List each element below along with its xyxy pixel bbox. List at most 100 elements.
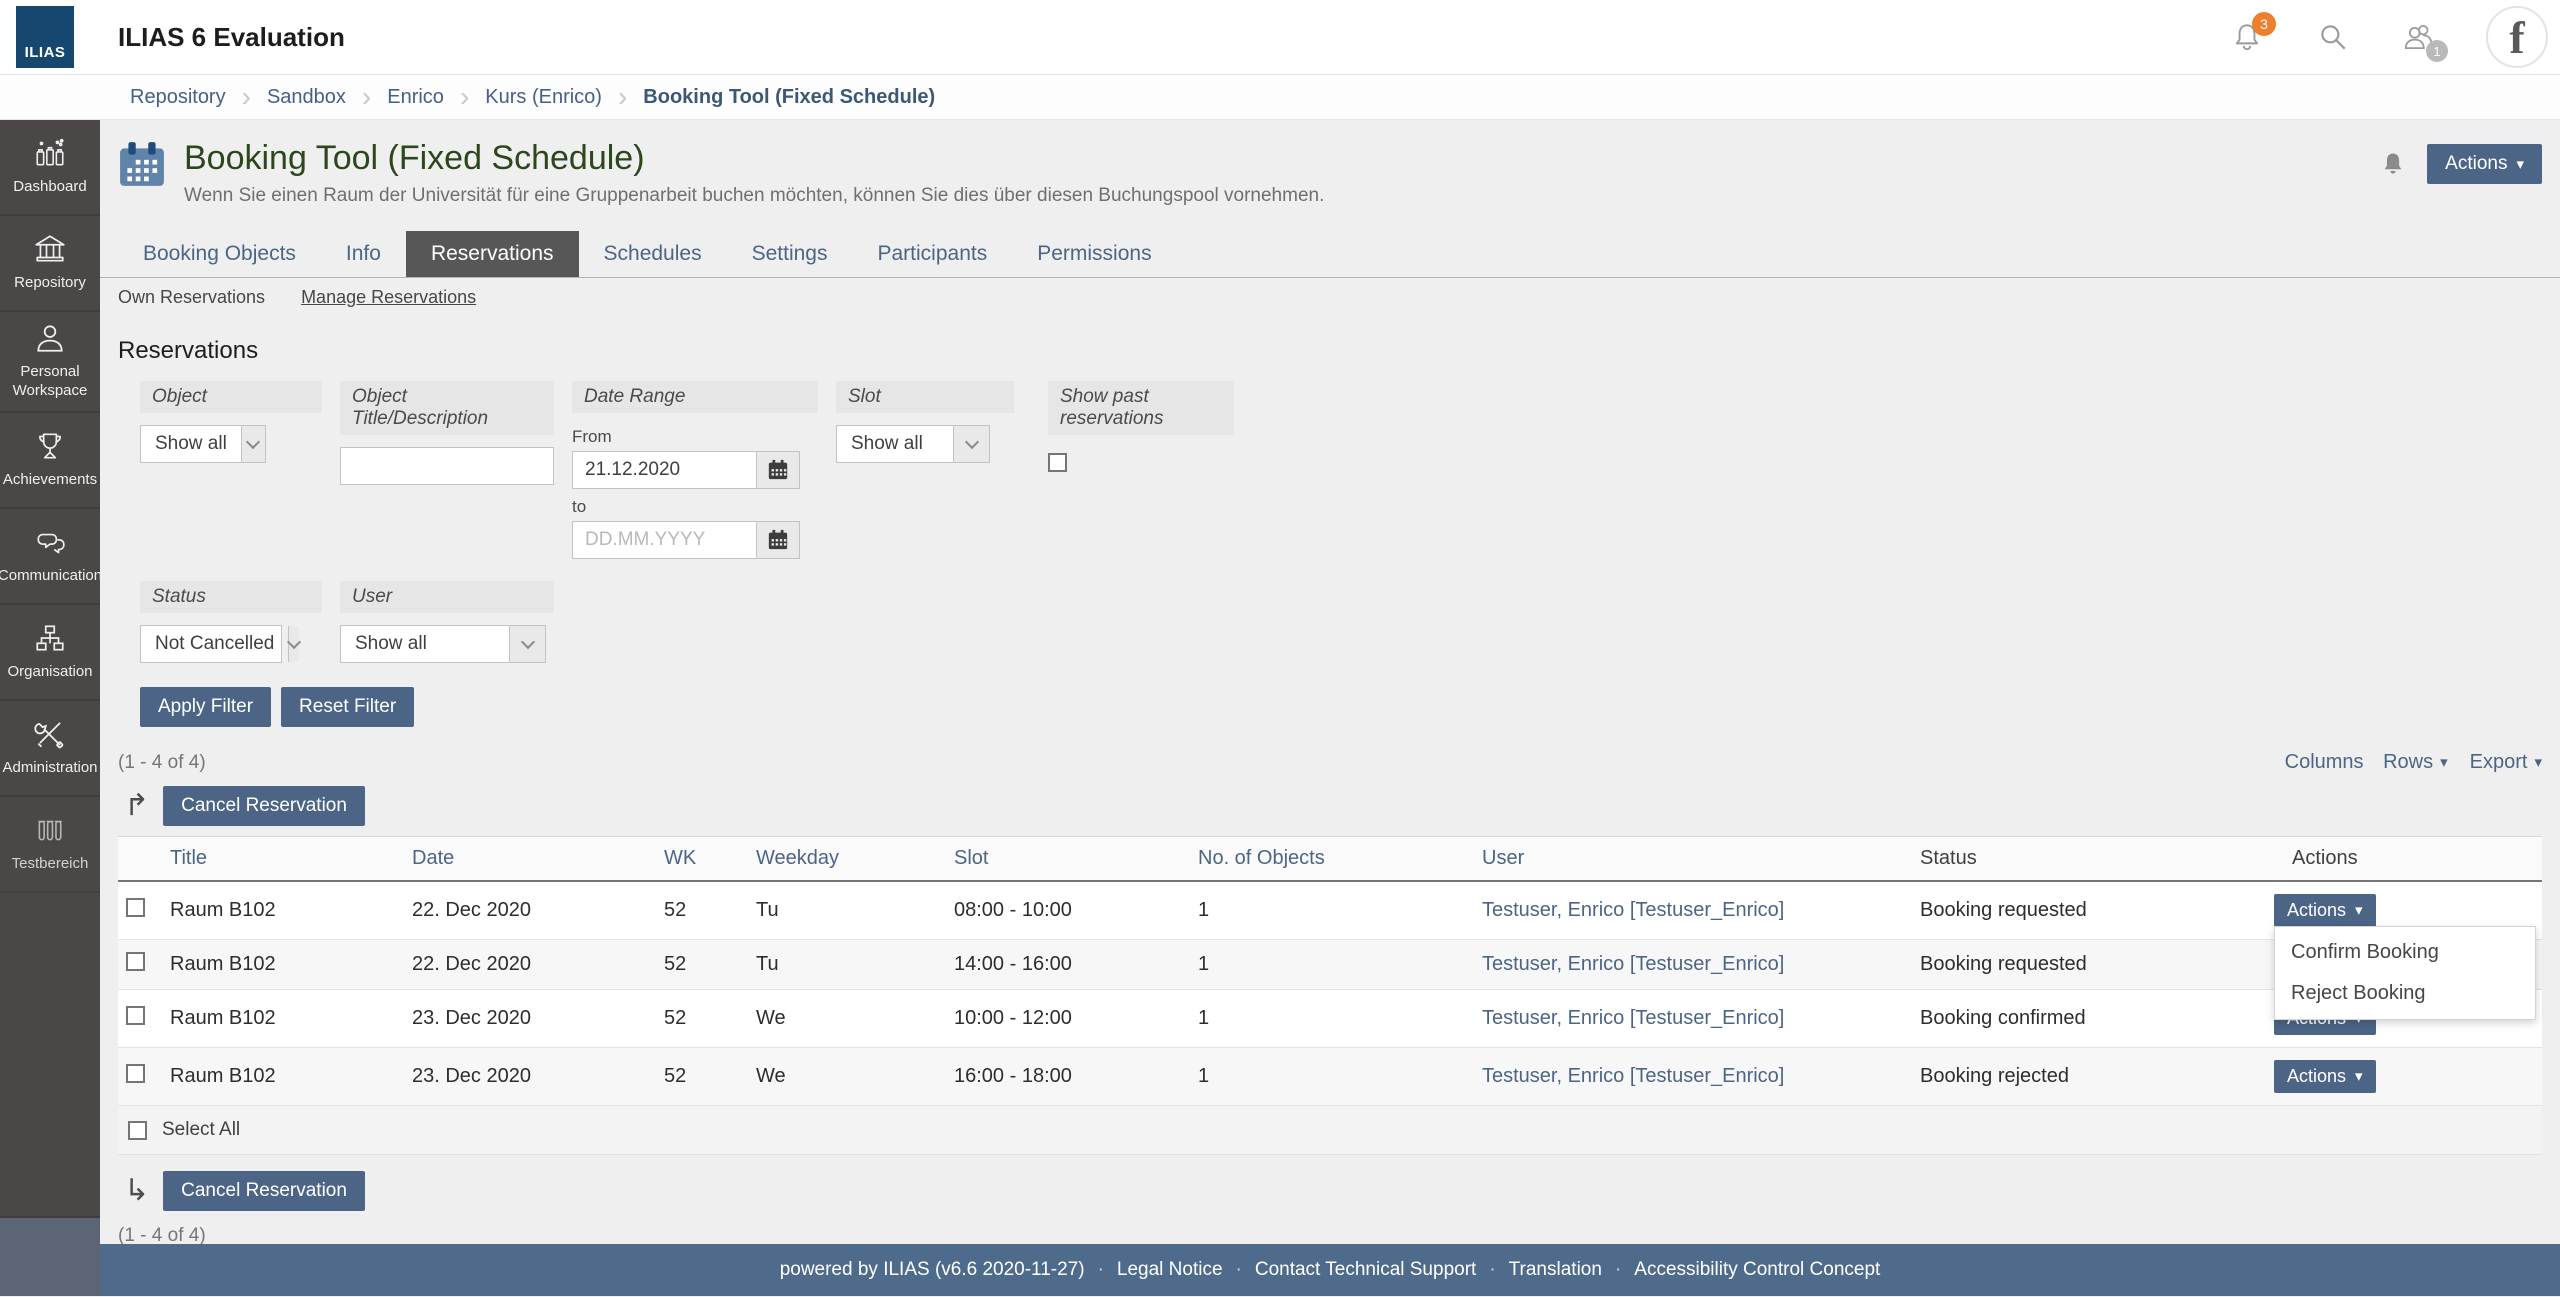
object-filter-select[interactable]: Show all bbox=[140, 425, 266, 464]
online-users-icon[interactable]: 1 bbox=[2400, 18, 2448, 62]
search-icon[interactable] bbox=[2314, 18, 2352, 56]
sidebar-item-communication[interactable]: Communication bbox=[0, 509, 102, 605]
batch-action-bottom: ↳ Cancel Reservation bbox=[124, 1171, 2560, 1212]
user-link[interactable]: Testuser, Enrico [Testuser_Enrico] bbox=[1482, 953, 1784, 975]
cancel-reservation-button-bottom[interactable]: Cancel Reservation bbox=[163, 1171, 365, 1212]
user-link[interactable]: Testuser, Enrico [Testuser_Enrico] bbox=[1482, 899, 1784, 921]
footer-link-accessibility[interactable]: Accessibility Control Concept bbox=[1634, 1259, 1880, 1281]
column-header-weekday[interactable]: Weekday bbox=[748, 836, 946, 883]
object-filter-label: Object bbox=[140, 381, 322, 414]
row-checkbox[interactable] bbox=[126, 1064, 145, 1084]
cell-weekday: Tu bbox=[748, 881, 946, 941]
dropdown-item-reject-booking[interactable]: Reject Booking bbox=[2275, 973, 2535, 1014]
communication-icon bbox=[37, 533, 65, 554]
sidebar-item-testbereich[interactable]: Testbereich bbox=[0, 797, 100, 893]
avatar-letter: f bbox=[2509, 11, 2525, 63]
cell-weekday: Tu bbox=[748, 939, 946, 991]
reservation-row: Raum B102 22. Dec 2020 52 Tu 14:00 - 16:… bbox=[118, 939, 2542, 991]
tab-settings[interactable]: Settings bbox=[727, 231, 853, 277]
tab-permissions[interactable]: Permissions bbox=[1012, 231, 1176, 277]
date-from-calendar-button[interactable] bbox=[756, 451, 800, 490]
sidebar-item-organisation[interactable]: Organisation bbox=[0, 605, 100, 701]
notifications-bell-icon[interactable]: 3 bbox=[2228, 12, 2276, 56]
sidebar-item-administration[interactable]: Administration bbox=[0, 701, 100, 797]
footer-link-legal-notice[interactable]: Legal Notice bbox=[1117, 1259, 1223, 1281]
dropdown-item-confirm-booking[interactable]: Confirm Booking bbox=[2275, 932, 2535, 973]
ilias-logo[interactable]: ILIAS bbox=[16, 6, 74, 68]
login-badge: 1 bbox=[2426, 40, 2448, 62]
column-header-wk[interactable]: WK bbox=[656, 836, 748, 883]
breadcrumb-item[interactable]: Kurs (Enrico) bbox=[485, 86, 602, 109]
user-link[interactable]: Testuser, Enrico [Testuser_Enrico] bbox=[1482, 1065, 1784, 1087]
sidebar-item-achievements[interactable]: Achievements bbox=[0, 413, 100, 509]
user-filter-select[interactable]: Show all bbox=[340, 625, 546, 664]
breadcrumb-item[interactable]: Enrico bbox=[387, 86, 444, 109]
cell-title: Raum B102 bbox=[162, 989, 404, 1049]
apply-filter-button[interactable]: Apply Filter bbox=[140, 687, 272, 728]
reset-filter-button[interactable]: Reset Filter bbox=[281, 687, 415, 728]
tab-reservations[interactable]: Reservations bbox=[405, 231, 579, 278]
column-header-user[interactable]: User bbox=[1474, 836, 1912, 883]
notification-bell-icon[interactable] bbox=[2379, 150, 2407, 178]
column-header-status: Status bbox=[1912, 836, 2266, 883]
column-header-slot[interactable]: Slot bbox=[946, 836, 1190, 883]
user-avatar[interactable]: f bbox=[2486, 6, 2548, 68]
tab-participants[interactable]: Participants bbox=[852, 231, 1012, 277]
date-to-calendar-button[interactable] bbox=[756, 521, 800, 560]
subtab-manage-reservations[interactable]: Manage Reservations bbox=[301, 287, 476, 308]
column-header-title[interactable]: Title bbox=[162, 836, 404, 883]
sidebar-item-personal-workspace[interactable]: Personal Workspace bbox=[0, 312, 100, 413]
reservations-table: Title Date WK Weekday Slot No. of Object… bbox=[118, 836, 2542, 1107]
row-checkbox[interactable] bbox=[126, 898, 145, 918]
select-all-label[interactable]: Select All bbox=[162, 1119, 240, 1141]
object-title-filter-label: Object Title/Description bbox=[340, 381, 554, 436]
row-actions-button[interactable]: Actions▾ bbox=[2274, 1060, 2376, 1094]
cancel-reservation-button-top[interactable]: Cancel Reservation bbox=[163, 786, 365, 827]
page-title: Booking Tool (Fixed Schedule) bbox=[184, 139, 645, 177]
row-checkbox[interactable] bbox=[126, 952, 145, 972]
row-actions-button[interactable]: Actions▾ bbox=[2274, 894, 2376, 928]
user-link[interactable]: Testuser, Enrico [Testuser_Enrico] bbox=[1482, 1007, 1784, 1029]
sidebar-item-label: Administration bbox=[2, 758, 98, 776]
breadcrumb-item-current[interactable]: Booking Tool (Fixed Schedule) bbox=[643, 86, 935, 109]
cell-title: Raum B102 bbox=[162, 939, 404, 991]
reservation-row: Raum B102 23. Dec 2020 52 We 10:00 - 12:… bbox=[118, 989, 2542, 1049]
tab-info[interactable]: Info bbox=[321, 231, 406, 277]
date-to-input[interactable] bbox=[572, 521, 756, 560]
sidebar-item-repository[interactable]: Repository bbox=[0, 216, 100, 312]
cell-slot: 10:00 - 12:00 bbox=[946, 989, 1190, 1049]
caret-down-icon: ▾ bbox=[2355, 902, 2363, 920]
section-title: Reservations bbox=[118, 337, 259, 365]
page-description: Wenn Sie einen Raum der Universität für … bbox=[184, 185, 1325, 207]
column-header-objects[interactable]: No. of Objects bbox=[1190, 836, 1474, 883]
object-title-filter-input[interactable] bbox=[340, 447, 554, 486]
columns-rows-selector[interactable]: Columns Rows ▾ bbox=[2285, 751, 2448, 774]
sidebar-item-dashboard[interactable]: Dashboard bbox=[0, 120, 100, 216]
header-checkbox-spacer bbox=[118, 836, 162, 883]
show-past-checkbox[interactable] bbox=[1048, 453, 1067, 473]
cell-slot: 14:00 - 16:00 bbox=[946, 939, 1190, 991]
filter-panel: Object Show all Object Title/Description… bbox=[140, 381, 2560, 728]
sidebar-item-label: Organisation bbox=[7, 662, 93, 680]
footer-separator: · bbox=[1097, 1259, 1104, 1280]
tab-bar: Booking Objects Info Reservations Schedu… bbox=[100, 231, 2560, 279]
footer-link-translation[interactable]: Translation bbox=[1509, 1259, 1602, 1281]
status-filter-select[interactable]: Not Cancelled bbox=[140, 625, 302, 664]
subtab-own-reservations[interactable]: Own Reservations bbox=[118, 287, 265, 308]
tab-schedules[interactable]: Schedules bbox=[579, 231, 727, 277]
date-from-input[interactable] bbox=[572, 451, 756, 490]
page-actions-button[interactable]: Actions ▾ bbox=[2427, 144, 2542, 184]
cell-weekday: We bbox=[748, 1047, 946, 1107]
tab-booking-objects[interactable]: Booking Objects bbox=[118, 231, 321, 277]
table-toolbar: (1 - 4 of 4) Columns Rows ▾ Export ▾ bbox=[118, 751, 2542, 774]
row-checkbox[interactable] bbox=[126, 1006, 145, 1026]
column-header-date[interactable]: Date bbox=[404, 836, 656, 883]
select-all-checkbox[interactable] bbox=[128, 1120, 147, 1140]
export-selector[interactable]: Export ▾ bbox=[2470, 751, 2542, 774]
slot-filter-select[interactable]: Show all bbox=[836, 425, 990, 464]
breadcrumb-item[interactable]: Sandbox bbox=[267, 86, 346, 109]
cell-objects: 1 bbox=[1190, 989, 1474, 1049]
footer-link-contact-support[interactable]: Contact Technical Support bbox=[1255, 1259, 1476, 1281]
sidebar-footer-area bbox=[0, 1216, 100, 1296]
breadcrumb-item[interactable]: Repository bbox=[130, 86, 226, 109]
